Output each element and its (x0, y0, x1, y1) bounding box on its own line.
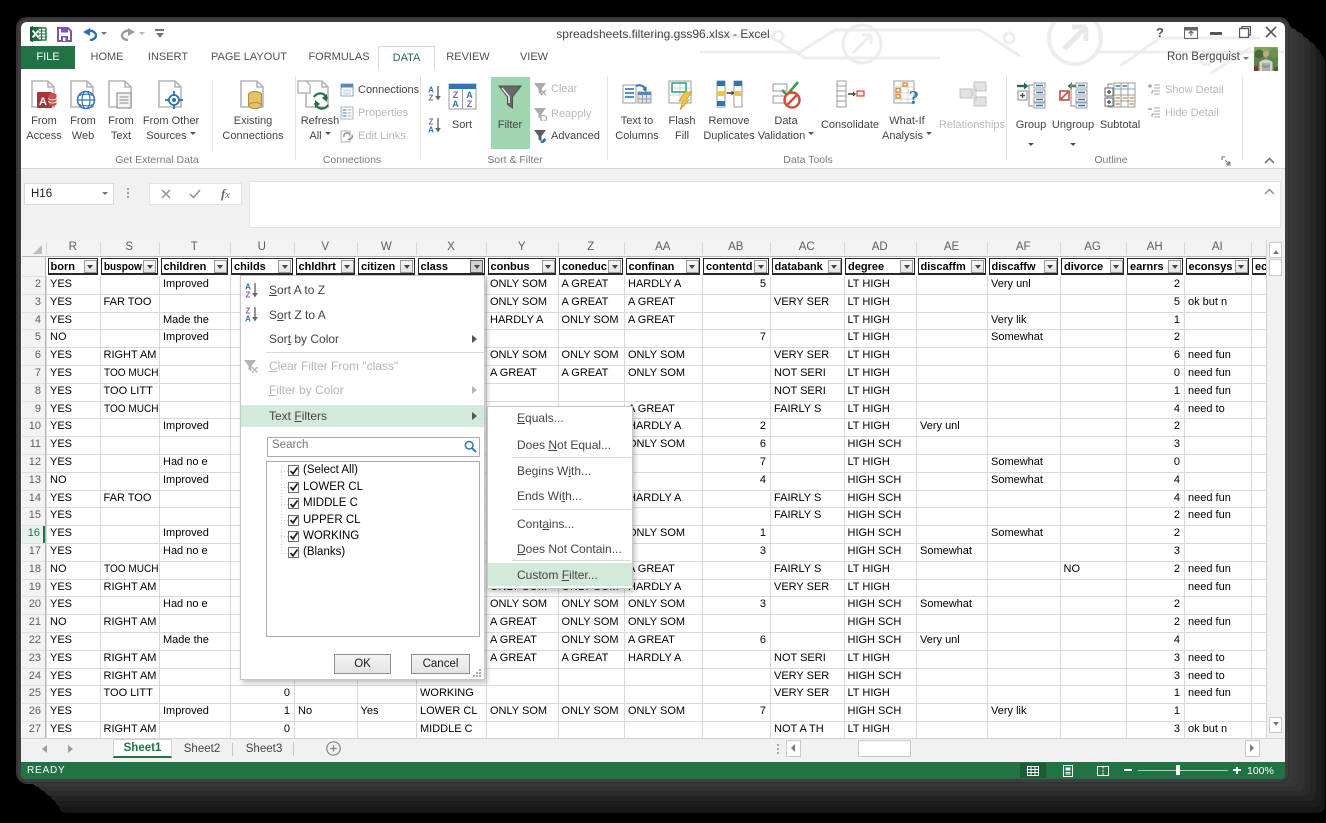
svg-text:A: A (39, 96, 47, 108)
svg-text:Z: Z (467, 99, 473, 109)
svg-text:?: ? (909, 87, 919, 109)
svg-text:A: A (245, 315, 251, 323)
svg-text:Z: Z (246, 291, 251, 299)
svg-text:A: A (452, 99, 459, 109)
svg-text:Z: Z (429, 94, 434, 102)
